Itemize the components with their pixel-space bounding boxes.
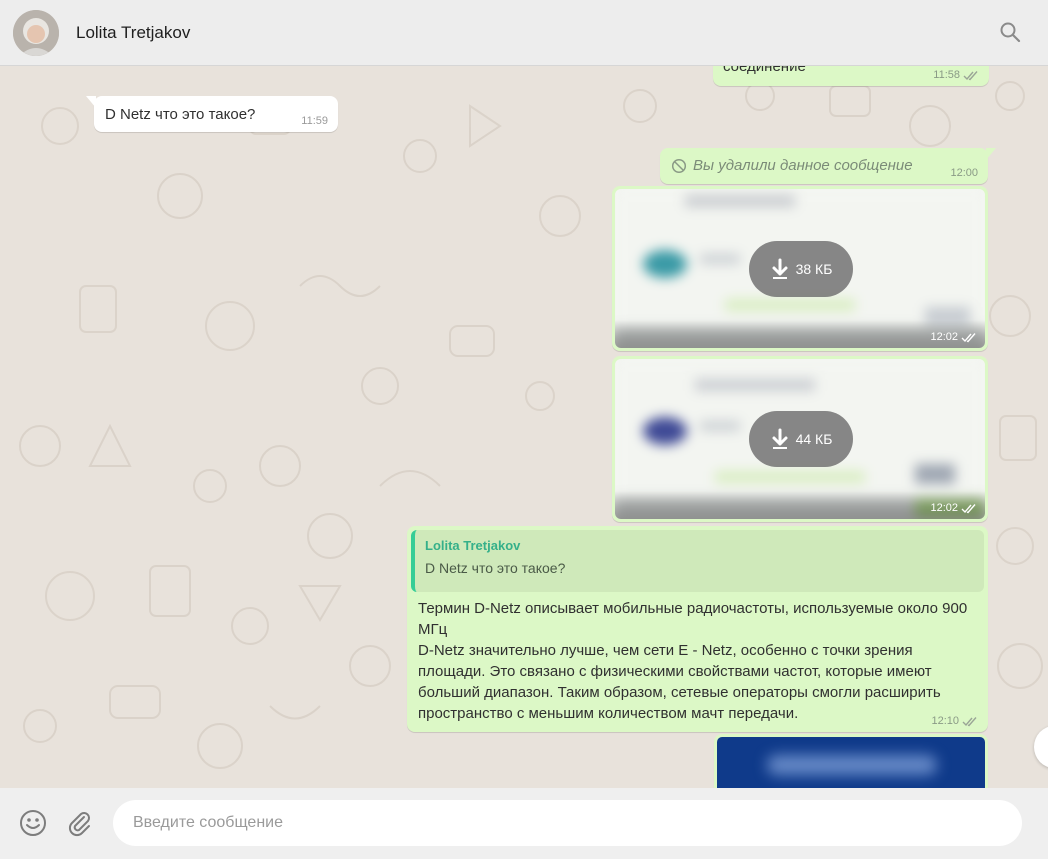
avatar[interactable] [13, 9, 59, 56]
message-bubble[interactable]: соединение 11:58 [713, 66, 989, 86]
image-thumbnail[interactable] [717, 737, 985, 788]
message-text: Термин D-Netz описывает мобильные радиоч… [418, 600, 968, 722]
message-text: D Netz что это такое? [105, 106, 256, 123]
quote-text: D Netz что это такое? [425, 560, 566, 576]
message-time: 11:58 [933, 69, 979, 81]
bubble-tail [86, 96, 96, 108]
image-thumbnail[interactable]: 38 КБ 12:02 [615, 189, 985, 348]
message-text: Вы удалили данное сообщение [693, 157, 913, 174]
message-input[interactable] [113, 800, 1022, 846]
message-time: 12:00 [950, 167, 978, 179]
file-size: 38 КБ [795, 261, 833, 277]
read-ticks-icon [961, 503, 976, 513]
message-text: соединение [723, 66, 806, 75]
image-message[interactable] [714, 734, 988, 788]
chat-header: Lolita Tretjakov [0, 0, 1048, 66]
download-button[interactable]: 38 КБ [749, 241, 853, 297]
emoji-icon[interactable] [19, 809, 47, 837]
read-ticks-icon [961, 332, 976, 342]
message-time: 12:02 [930, 502, 977, 514]
file-size: 44 КБ [795, 431, 833, 447]
contact-name[interactable]: Lolita Tretjakov [76, 23, 190, 43]
image-message[interactable]: 38 КБ 12:02 [612, 186, 988, 351]
message-time: 12:02 [930, 331, 977, 343]
message-list[interactable]: соединение 11:58 D Netz что это такое? 1… [0, 66, 1048, 788]
image-thumbnail[interactable]: 44 КБ 12:02 [615, 359, 985, 519]
download-button[interactable]: 44 КБ [749, 411, 853, 467]
message-bubble[interactable]: D Netz что это такое? 11:59 [86, 96, 338, 132]
read-ticks-icon [962, 716, 977, 726]
image-message[interactable]: 44 КБ 12:02 [612, 356, 988, 522]
reply-message-bubble[interactable]: Lolita Tretjakov D Netz что это такое? Т… [407, 526, 988, 732]
quote-author: Lolita Tretjakov [425, 538, 521, 553]
download-icon [772, 258, 788, 279]
bubble-tail [986, 148, 996, 160]
message-time: 11:59 [301, 115, 328, 127]
paperclip-icon[interactable] [66, 809, 92, 837]
search-icon[interactable] [998, 20, 1022, 44]
download-icon [772, 428, 788, 449]
blocked-icon [671, 158, 687, 173]
quoted-message[interactable]: Lolita Tretjakov D Netz что это такое? [411, 530, 984, 592]
deleted-message-bubble[interactable]: Вы удалили данное сообщение 12:00 [660, 148, 996, 184]
read-ticks-icon [963, 70, 978, 80]
composer [0, 788, 1048, 859]
message-time: 12:10 [931, 715, 978, 727]
